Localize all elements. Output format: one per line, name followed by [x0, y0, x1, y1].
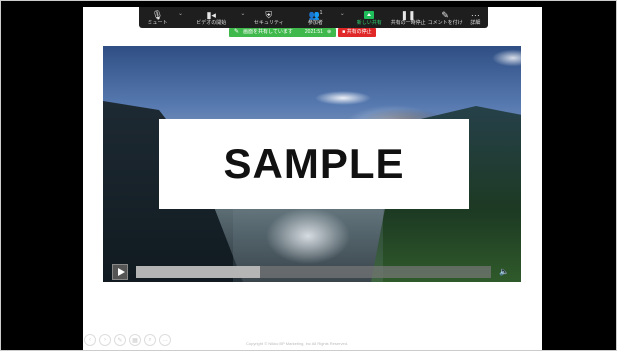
participants-button[interactable]: 👥1 参加者 ⌄: [295, 7, 345, 26]
video-controls: 🔈: [103, 262, 521, 282]
microphone-icon: 🎙: [151, 10, 164, 20]
participants-count: 1: [319, 10, 323, 16]
play-button[interactable]: [112, 264, 128, 280]
sample-text: SAMPLE: [223, 140, 405, 187]
pencil-icon: ✎: [441, 10, 449, 20]
stop-share-button[interactable]: ■ 共有の停止: [338, 28, 376, 37]
pause-share-label: 共有の一時停止: [390, 20, 426, 26]
sharing-status-text: 画面を共有しています: [243, 29, 293, 35]
security-button[interactable]: ⛨ セキュリティ: [246, 7, 291, 26]
start-video-button[interactable]: ▮◂ ビデオの開始 ⌄: [186, 7, 245, 26]
previous-slide-icon[interactable]: ‹: [84, 334, 96, 346]
more-icon: ···: [470, 10, 480, 20]
zoom-icon[interactable]: ⌕: [144, 334, 156, 346]
video-progress-fill: [136, 266, 261, 278]
new-share-button[interactable]: 新しい共有: [350, 7, 389, 26]
meeting-id: 2021:51: [304, 29, 323, 35]
slide-footer-copyright: Copyright © Nikko BP Marketing, Inc All …: [246, 341, 349, 346]
next-slide-icon[interactable]: ›: [99, 334, 111, 346]
share-status-bar: ✎ 画面を共有しています 2021:51 ⊕ ■ 共有の停止: [229, 28, 376, 37]
video-camera-icon: ▮◂: [206, 10, 216, 20]
more-button[interactable]: ··· 詳細: [465, 7, 486, 26]
new-share-label: 新しい共有: [356, 20, 382, 26]
participants-icon: 👥1: [308, 10, 323, 20]
play-icon: [117, 268, 125, 276]
pencil-icon: ✎: [234, 29, 240, 35]
slide-navigation: ‹ › ✎ ▦ ⌕ …: [84, 334, 171, 346]
slides-grid-icon[interactable]: ▦: [129, 334, 141, 346]
screen: 🎙 ミュート ⌄ ▮◂ ビデオの開始 ⌄ ⛨ セキュリティ 👥1 参加者 ⌄ 新…: [0, 0, 617, 351]
stop-share-label: 共有の停止: [346, 29, 372, 35]
video-player[interactable]: SAMPLE 🔈: [103, 46, 521, 282]
chevron-down-icon[interactable]: ⌄: [178, 11, 183, 17]
chevron-down-icon[interactable]: ⌄: [240, 11, 245, 17]
pause-share-button[interactable]: ❚❚ 共有の一時停止: [391, 7, 426, 26]
chevron-down-icon[interactable]: ⌄: [340, 11, 345, 17]
more-label: 詳細: [470, 20, 481, 26]
security-label: セキュリティ: [253, 20, 284, 26]
info-icon: ⊕: [326, 29, 332, 35]
mute-label: ミュート: [147, 20, 168, 26]
mute-button[interactable]: 🎙 ミュート ⌄: [141, 7, 183, 26]
more-options-icon[interactable]: …: [159, 334, 171, 346]
sample-watermark: SAMPLE: [159, 119, 469, 209]
video-progress-bar[interactable]: [136, 266, 491, 278]
pause-icon: ❚❚: [400, 10, 416, 20]
share-screen-icon: [364, 11, 375, 19]
participants-label: 参加者: [307, 20, 323, 26]
meeting-toolbar: 🎙 ミュート ⌄ ▮◂ ビデオの開始 ⌄ ⛨ セキュリティ 👥1 参加者 ⌄ 新…: [139, 7, 488, 28]
annotate-label: コメントを付け: [427, 20, 463, 26]
volume-icon[interactable]: 🔈: [499, 267, 509, 276]
stop-icon: ■: [342, 29, 346, 35]
start-video-label: ビデオの開始: [196, 20, 227, 26]
shield-icon: ⛨: [265, 10, 273, 20]
annotate-button[interactable]: ✎ コメントを付け: [428, 7, 463, 26]
pen-tool-icon[interactable]: ✎: [114, 334, 126, 346]
sharing-status[interactable]: ✎ 画面を共有しています 2021:51 ⊕: [229, 28, 337, 37]
